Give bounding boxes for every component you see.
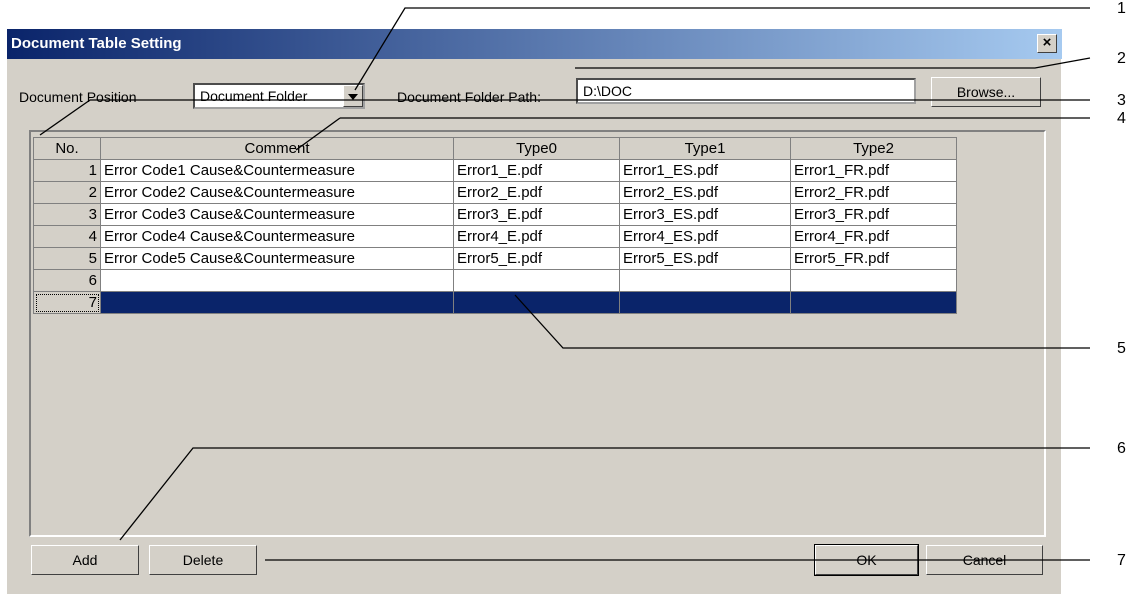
- table-row[interactable]: 5 Error Code5 Cause&Countermeasure Error5_…: [33, 247, 957, 270]
- column-header[interactable]: Type2: [790, 137, 957, 160]
- folder-path-label: Document Folder Path:: [397, 89, 541, 105]
- table-row[interactable]: 3 Error Code3 Cause&Countermeasure Error3_…: [33, 203, 957, 226]
- table-cell-comment[interactable]: Error Code5 Cause&Countermeasure: [100, 247, 454, 270]
- table-cell-type1[interactable]: [619, 269, 791, 292]
- table-cell-type2[interactable]: Error3_FR.pdf: [790, 203, 957, 226]
- table-cell-type0[interactable]: [453, 291, 620, 314]
- table-cell-comment[interactable]: Error Code2 Cause&Countermeasure: [100, 181, 454, 204]
- add-button[interactable]: Add: [31, 545, 139, 575]
- callout-6: 6: [1117, 440, 1126, 457]
- column-header[interactable]: Type0: [453, 137, 620, 160]
- table-cell-comment[interactable]: Error Code1 Cause&Countermeasure: [100, 159, 454, 182]
- table-cell-type1[interactable]: Error4_ES.pdf: [619, 225, 791, 248]
- row-number[interactable]: 4: [33, 225, 101, 248]
- table-cell-type0[interactable]: Error3_E.pdf: [453, 203, 620, 226]
- callout-4: 4: [1117, 110, 1126, 127]
- table-cell-type0[interactable]: Error2_E.pdf: [453, 181, 620, 204]
- ok-button[interactable]: OK: [814, 544, 919, 576]
- table-cell-type1[interactable]: Error2_ES.pdf: [619, 181, 791, 204]
- table-cell-type1[interactable]: [619, 291, 791, 314]
- table-cell-type0[interactable]: Error1_E.pdf: [453, 159, 620, 182]
- folder-path-input[interactable]: D:\DOC: [576, 78, 916, 104]
- close-icon: ×: [1042, 34, 1052, 51]
- column-header[interactable]: Comment: [100, 137, 454, 160]
- table-cell-type2[interactable]: Error4_FR.pdf: [790, 225, 957, 248]
- table-cell-type1[interactable]: Error3_ES.pdf: [619, 203, 791, 226]
- window-title: Document Table Setting: [11, 35, 182, 52]
- table-cell-type0[interactable]: Error5_E.pdf: [453, 247, 620, 270]
- chevron-down-icon[interactable]: [343, 85, 363, 107]
- table-row[interactable]: 7: [33, 291, 957, 314]
- document-table: No. Comment Type0 Type1 Type2 1 Error Code1 C…: [33, 137, 957, 314]
- document-position-value: Document Folder: [200, 88, 308, 104]
- table-row[interactable]: 4 Error Code4 Cause&Countermeasure Error4_…: [33, 225, 957, 248]
- cancel-button[interactable]: Cancel: [926, 545, 1043, 575]
- table-cell-comment[interactable]: Error Code4 Cause&Countermeasure: [100, 225, 454, 248]
- table-cell-type2[interactable]: Error1_FR.pdf: [790, 159, 957, 182]
- delete-button[interactable]: Delete: [149, 545, 257, 575]
- column-header[interactable]: Type1: [619, 137, 791, 160]
- table-row[interactable]: 2 Error Code2 Cause&Countermeasure Error2_…: [33, 181, 957, 204]
- callout-2: 2: [1117, 50, 1126, 67]
- row-number[interactable]: 1: [33, 159, 101, 182]
- table-cell-comment[interactable]: Error Code3 Cause&Countermeasure: [100, 203, 454, 226]
- table-cell-type2[interactable]: [790, 291, 957, 314]
- row-number[interactable]: 7: [33, 291, 101, 314]
- row-number[interactable]: 5: [33, 247, 101, 270]
- row-number[interactable]: 6: [33, 269, 101, 292]
- table-cell-type1[interactable]: Error5_ES.pdf: [619, 247, 791, 270]
- table-cell-comment[interactable]: [100, 291, 454, 314]
- row-number[interactable]: 2: [33, 181, 101, 204]
- column-header[interactable]: No.: [33, 137, 101, 160]
- table-cell-comment[interactable]: [100, 269, 454, 292]
- title-bar: Document Table Setting ×: [7, 29, 1062, 59]
- table-row[interactable]: 1 Error Code1 Cause&Countermeasure Error1_…: [33, 159, 957, 182]
- callout-3: 3: [1117, 92, 1126, 109]
- table-cell-type2[interactable]: Error5_FR.pdf: [790, 247, 957, 270]
- document-position-label: Document Position: [19, 89, 137, 105]
- table-cell-type2[interactable]: [790, 269, 957, 292]
- close-button[interactable]: ×: [1037, 34, 1057, 53]
- row-number[interactable]: 3: [33, 203, 101, 226]
- table-cell-type0[interactable]: Error4_E.pdf: [453, 225, 620, 248]
- browse-button[interactable]: Browse...: [931, 77, 1041, 107]
- table-row[interactable]: 6: [33, 269, 957, 292]
- table-cell-type2[interactable]: Error2_FR.pdf: [790, 181, 957, 204]
- table-header-row: No. Comment Type0 Type1 Type2: [33, 137, 957, 160]
- table-cell-type1[interactable]: Error1_ES.pdf: [619, 159, 791, 182]
- document-position-select[interactable]: Document Folder: [193, 83, 365, 109]
- callout-5: 5: [1117, 340, 1126, 357]
- callout-1: 1: [1117, 0, 1126, 17]
- table-cell-type0[interactable]: [453, 269, 620, 292]
- callout-7: 7: [1117, 552, 1126, 569]
